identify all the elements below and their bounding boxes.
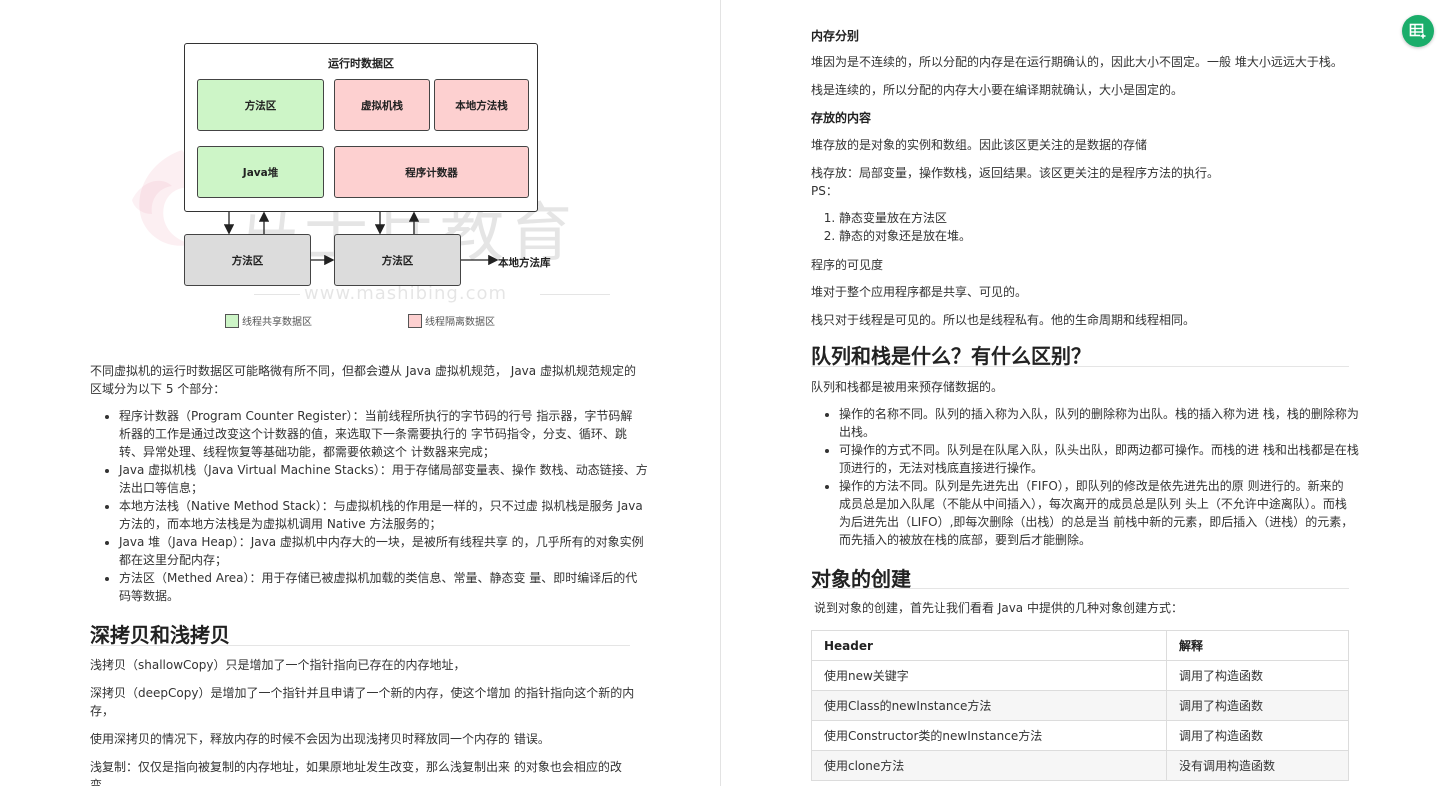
table-header-row: Header 解释 xyxy=(811,630,1349,661)
runtime-data-area-diagram: 马士兵教育 www.mashibing.com 运行时数据区 方法区 虚拟机栈 … xyxy=(0,0,720,340)
ps-label: PS： xyxy=(811,184,838,198)
object-creation-table: Header 解释 使用new关键字 调用了构造函数 使用Class的newIns… xyxy=(811,630,1349,781)
heading-deep-shallow-copy: 深拷贝和浅拷贝 xyxy=(90,623,230,647)
legend-isolated: 线程隔离数据区 xyxy=(408,313,495,328)
table-cell: 使用new关键字 xyxy=(811,660,1167,691)
visibility-p2: 栈只对于线程是可见的。所以也是线程私有。他的生命周期和线程相同。 xyxy=(811,313,1196,327)
intro-line-1: 不同虚拟机的运行时数据区可能略微有所不同，但都会遵从 Java 虚拟机规范， J… xyxy=(90,364,636,378)
queue-stack-list: 操作的名称不同。队列的插入称为入队，队列的删除称为出队。栈的插入称为进 栈，栈的… xyxy=(839,405,1359,549)
heading-rule xyxy=(811,588,1349,589)
right-page: 内存分别 堆因为是不连续的，所以分配的内存是在运行期确认的，因此大小不固定。一般… xyxy=(721,0,1440,786)
object-intro: 说到对象的创建，首先让我们看看 Java 中提供的几种对象创建方式： xyxy=(814,601,1183,615)
list-item: 可操作的方式不同。队列是在队尾入队，队头出队，即两边都可操作。而栈的进 栈和出栈… xyxy=(839,441,1359,477)
storage-p1: 堆存放的是对象的实例和数组。因此该区更关注的是数据的存储 xyxy=(811,138,1148,152)
diagram-arrows xyxy=(223,211,499,266)
shallow-paragraph: 浅拷贝（shallowCopy）只是增加了一个指针指向已存在的内存地址， xyxy=(90,658,466,672)
storage-p2: 栈存放：局部变量，操作数栈，返回结果。该区更关注的是程序方法的执行。 xyxy=(811,166,1220,180)
table-header-cell: 解释 xyxy=(1166,630,1349,661)
list-item: Java 虚拟机栈（Java Virtual Machine Stacks）：用… xyxy=(119,461,659,497)
heading-rule xyxy=(90,645,630,646)
table-cell: 调用了构造函数 xyxy=(1166,720,1349,751)
list-item: 本地方法栈（Native Method Stack）：与虚拟机栈的作用是一样的，… xyxy=(119,497,659,533)
heading-queue-stack: 队列和栈是什么？有什么区别？ xyxy=(811,344,1091,368)
list-item: Java 堆（Java Heap）：Java 虚拟机中内存大的一块，是被所有线程… xyxy=(119,533,659,569)
table-cell: 使用Class的newInstance方法 xyxy=(811,690,1167,721)
left-page: 马士兵教育 www.mashibing.com 运行时数据区 方法区 虚拟机栈 … xyxy=(0,0,720,786)
legend-isolated-label: 线程隔离数据区 xyxy=(425,317,495,328)
deep-note-paragraph: 使用深拷贝的情况下，释放内存的时候不会因为出现浅拷贝时释放同一个内存的 错误。 xyxy=(90,732,550,746)
table-plus-icon xyxy=(1409,23,1426,39)
heading-rule xyxy=(811,366,1349,367)
list-item: 操作的名称不同。队列的插入称为入队，队列的删除称为出队。栈的插入称为进 栈，栈的… xyxy=(839,405,1359,441)
heading-memory: 内存分别 xyxy=(811,29,860,43)
list-item: 程序计数器（Program Counter Register）：当前线程所执行的… xyxy=(119,407,659,461)
table-cell: 调用了构造函数 xyxy=(1166,660,1349,691)
table-cell: 使用Constructor类的newInstance方法 xyxy=(811,720,1167,751)
runtime-area-list: 程序计数器（Program Counter Register）：当前线程所执行的… xyxy=(119,407,659,605)
visibility-p1: 堆对于整个应用程序都是共享、可见的。 xyxy=(811,285,1028,299)
legend-shared-swatch xyxy=(225,313,239,328)
list-item: 操作的方法不同。队列是先进先出（FIFO），即队列的修改是依先进先出的原 则进行… xyxy=(839,477,1359,549)
shallow-copy-paragraph: 浅复制：仅仅是指向被复制的内存地址，如果原地址发生改变，那么浅复制出来 的对象也… xyxy=(90,760,622,786)
table-row: 使用Constructor类的newInstance方法 调用了构造函数 xyxy=(811,720,1349,751)
list-item: 静态变量放在方法区 xyxy=(839,209,971,227)
legend-shared-label: 线程共享数据区 xyxy=(242,317,312,328)
table-cell: 调用了构造函数 xyxy=(1166,690,1349,721)
list-item: 方法区（Methed Area）：用于存储已被虚拟机加载的类信息、常量、静态变 … xyxy=(119,569,659,605)
heading-storage: 存放的内容 xyxy=(811,111,872,125)
native-lib-label: 本地方法库 xyxy=(498,257,551,269)
table-row: 使用new关键字 调用了构造函数 xyxy=(811,660,1349,691)
ps-list: 静态变量放在方法区 静态的对象还是放在堆。 xyxy=(839,209,971,245)
memory-p1: 堆因为是不连续的，所以分配的内存是在运行期确认的，因此大小不固定。一般 堆大小远… xyxy=(811,55,1343,69)
table-header-cell: Header xyxy=(811,630,1167,661)
table-row: 使用clone方法 没有调用构造函数 xyxy=(811,750,1349,781)
table-cell: 使用clone方法 xyxy=(811,750,1167,781)
visibility-label: 程序的可见度 xyxy=(811,258,884,272)
table-row: 使用Class的newInstance方法 调用了构造函数 xyxy=(811,690,1349,721)
queue-intro: 队列和栈都是被用来预存储数据的。 xyxy=(811,380,1004,394)
legend-shared: 线程共享数据区 xyxy=(225,313,312,328)
insert-table-button[interactable] xyxy=(1402,15,1434,47)
intro-paragraph: 不同虚拟机的运行时数据区可能略微有所不同，但都会遵从 Java 虚拟机规范， J… xyxy=(90,362,650,398)
memory-p2: 栈是连续的，所以分配的内存大小要在编译期就确认，大小是固定的。 xyxy=(811,83,1184,97)
list-item: 静态的对象还是放在堆。 xyxy=(839,227,971,245)
table-cell: 没有调用构造函数 xyxy=(1166,750,1349,781)
deep-paragraph: 深拷贝（deepCopy）是增加了一个指针并且申请了一个新的内存，使这个增加 的… xyxy=(90,686,635,718)
legend-isolated-swatch xyxy=(408,313,422,328)
intro-line-2: 区域分为以下 5 个部分： xyxy=(90,382,226,396)
